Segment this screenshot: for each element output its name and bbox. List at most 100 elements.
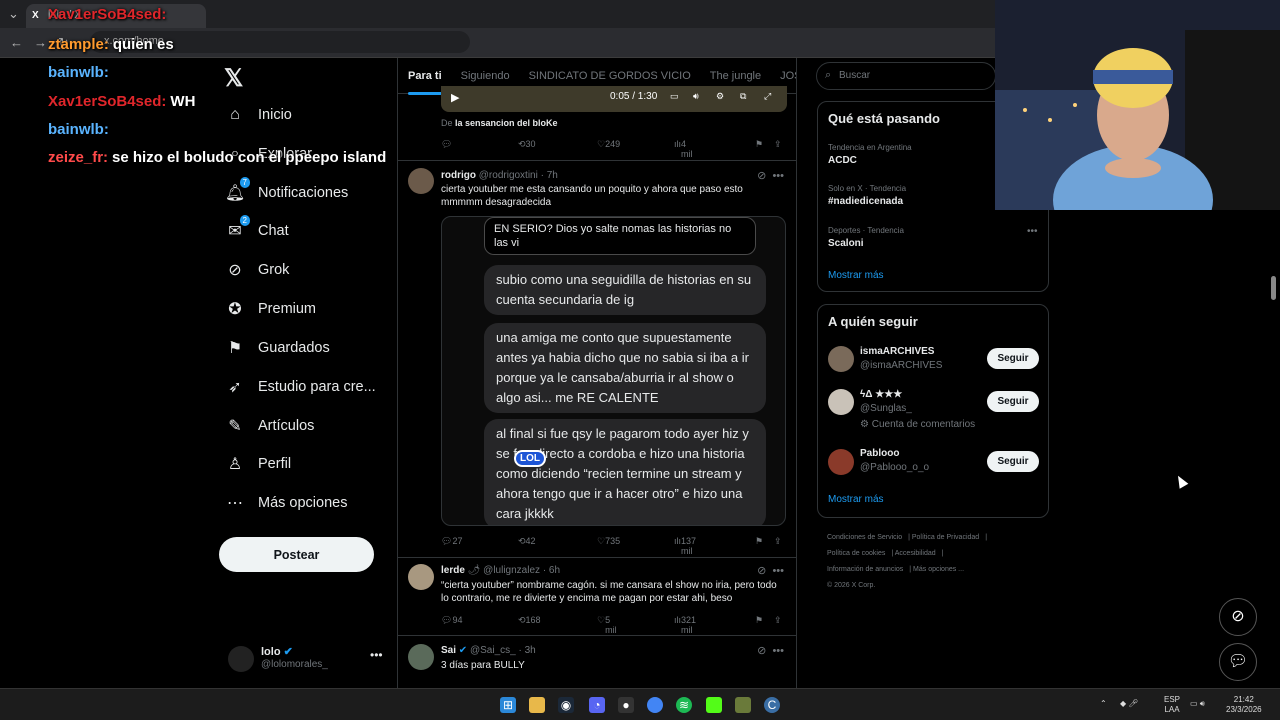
bookmark-icon[interactable]: ⚑ (755, 536, 763, 547)
footer-link[interactable]: Condiciones de Servicio (827, 534, 902, 541)
nav-item-label: Inicio (258, 107, 292, 123)
repost-button[interactable]: ⟲ 168 (518, 615, 541, 626)
nav-item-más-opciones[interactable]: ⋯ Más opciones (224, 485, 347, 521)
nav-item-inicio[interactable]: ⌂ Inicio (224, 97, 292, 133)
ccleaner-icon[interactable]: C (764, 697, 780, 713)
views-button[interactable]: ılı 137 mil (674, 536, 696, 556)
search-input[interactable]: ⌕ Buscar (816, 62, 996, 90)
share-icon[interactable]: ⇪ (774, 536, 782, 547)
volume-icon[interactable]: 🔊︎ (693, 91, 699, 102)
minecraft-icon[interactable] (735, 697, 751, 713)
kick-icon[interactable] (706, 697, 722, 713)
like-button[interactable]: ♡ 5 mil (597, 615, 617, 635)
nav-item-chat[interactable]: ✉ 2 Chat (224, 213, 289, 249)
more-icon[interactable]: ⊘ ••• (757, 644, 784, 657)
footer-link[interactable]: Accesibilidad (895, 550, 936, 557)
tweet-header: Sai ✔ @Sai_cs_ · 3h (441, 645, 536, 656)
reply-button[interactable]: 💬︎ 27 (441, 536, 462, 547)
pip-icon[interactable]: ⧉ (740, 91, 746, 102)
mail-icon: ✉ 2 (224, 215, 250, 241)
footer-link[interactable]: Más opciones ... (913, 566, 964, 573)
more-icon[interactable]: ••• (370, 648, 383, 662)
forward-icon[interactable]: → (34, 35, 47, 50)
nav-item-grok[interactable]: ⊘ Grok (224, 252, 289, 288)
nav-item-artículos[interactable]: ✎ Artículos (224, 408, 314, 444)
chevron-up-icon[interactable]: ⌃ (1100, 699, 1107, 709)
spotify-icon[interactable]: ≋ (676, 697, 692, 713)
nav-item-guardados[interactable]: ⚑ Guardados (224, 330, 330, 366)
fullscreen-icon[interactable]: ⤢ (764, 91, 771, 102)
like-button[interactable]: ♡ 249 (597, 139, 620, 150)
settings-icon[interactable]: ⚙ (716, 91, 724, 102)
post-button[interactable]: Postear (219, 537, 374, 572)
feed-tab[interactable]: The jungle (710, 70, 761, 82)
reply-icon[interactable]: 💬︎ (441, 139, 452, 150)
tweet-header: rodrigo @rodrigoxtini · 7h (441, 170, 558, 181)
avatar[interactable] (828, 389, 854, 415)
grok-icon[interactable]: ⊘ ••• (757, 169, 784, 182)
footer-link[interactable]: Política de cookies (827, 550, 885, 557)
follow-button[interactable]: Seguir (987, 391, 1039, 412)
bookmark-icon[interactable]: ⚑ (755, 615, 763, 626)
more-icon[interactable]: ••• (1027, 226, 1038, 237)
clock[interactable]: 21:42 23/3/2026 (1226, 695, 1262, 715)
tweet-image[interactable]: EN SERIO? Dios yo salte nomas las histor… (441, 216, 786, 526)
nav-item-premium[interactable]: ✪ Premium (224, 291, 316, 327)
feed-tab[interactable]: SINDICATO DE GORDOS VICIO (529, 70, 691, 82)
chrome-icon[interactable] (647, 697, 663, 713)
video-source-link[interactable]: la sensancion del bloKe (455, 118, 558, 128)
chat-fab-icon[interactable]: 💬︎ (1219, 643, 1257, 681)
share-icon[interactable]: ⇪ (774, 615, 782, 626)
reply-button[interactable]: 💬︎ 94 (441, 615, 462, 626)
user-name[interactable]: Pablooo (860, 448, 899, 459)
footer-link[interactable]: Política de Privacidad (912, 534, 979, 541)
account-switcher[interactable]: lolo ✔ @lolomorales_ ••• (228, 640, 388, 676)
more-icon[interactable]: ⊘ ••• (757, 564, 784, 577)
avatar[interactable] (408, 168, 434, 194)
views-button[interactable]: ılı 321 mil (674, 615, 696, 635)
footer-links: Condiciones de Servicio | Política de Pri… (827, 534, 988, 589)
language-indicator[interactable]: ESP LAA (1164, 695, 1180, 715)
trend-topic: #nadiedicenada (828, 196, 904, 207)
grok-fab-icon[interactable]: ⊘ (1219, 598, 1257, 636)
avatar[interactable] (408, 564, 434, 590)
nav-item-perfil[interactable]: ♙ Perfil (224, 446, 291, 482)
footer-link[interactable]: Información de anuncios (827, 566, 903, 573)
share-icon[interactable]: ⇪ (774, 139, 782, 150)
feed-tab[interactable]: JOSEO (780, 70, 796, 82)
play-icon[interactable]: ▶ (451, 91, 459, 104)
tab-list-icon[interactable]: ⌄ (8, 6, 19, 22)
show-more-link[interactable]: Mostrar más (828, 494, 884, 505)
steam-icon[interactable]: ◉ (558, 697, 574, 713)
repost-button[interactable]: ⟲ 30 (518, 139, 536, 150)
file-explorer-icon[interactable] (529, 697, 545, 713)
feed-tab[interactable]: Para ti (408, 70, 442, 95)
tray-icons[interactable]: ◆ 🎤︎ (1120, 699, 1139, 709)
user-name[interactable]: ϟΔ ★★★ (860, 389, 902, 400)
follow-button[interactable]: Seguir (987, 451, 1039, 472)
user-name[interactable]: ismaARCHIVES (860, 346, 934, 357)
avatar[interactable] (408, 644, 434, 670)
nav-item-notificaciones[interactable]: 🔔︎ 7 Notificaciones (224, 175, 348, 211)
views-button[interactable]: ılı 4 mil (674, 139, 693, 159)
captions-icon[interactable]: ▭ (670, 91, 679, 102)
network-icon[interactable]: ▭ 🔊︎ (1190, 699, 1205, 709)
start-icon[interactable]: ⊞ (500, 697, 516, 713)
show-more-link[interactable]: Mostrar más (828, 270, 884, 281)
avatar[interactable] (828, 449, 854, 475)
page-scrollbar[interactable] (1271, 276, 1276, 300)
x-logo-icon[interactable]: 𝕏 (224, 64, 243, 93)
search-icon: ⌕ (825, 69, 832, 81)
nav-item-estudio-para-cre-[interactable]: ➶ Estudio para cre... (224, 369, 375, 405)
like-button[interactable]: ♡ 735 (597, 536, 620, 547)
bookmark-icon: ⚑ (227, 340, 243, 357)
avatar[interactable] (828, 346, 854, 372)
obs-icon[interactable]: ● (618, 697, 634, 713)
repost-button[interactable]: ⟲ 42 (518, 536, 536, 547)
follow-button[interactable]: Seguir (987, 348, 1039, 369)
discord-icon[interactable]: ◔ (589, 697, 605, 713)
back-icon[interactable]: ← (10, 35, 23, 50)
feed-tab[interactable]: Siguiendo (461, 70, 510, 82)
bookmark-icon[interactable]: ⚑ (755, 139, 763, 150)
divider (398, 557, 796, 558)
